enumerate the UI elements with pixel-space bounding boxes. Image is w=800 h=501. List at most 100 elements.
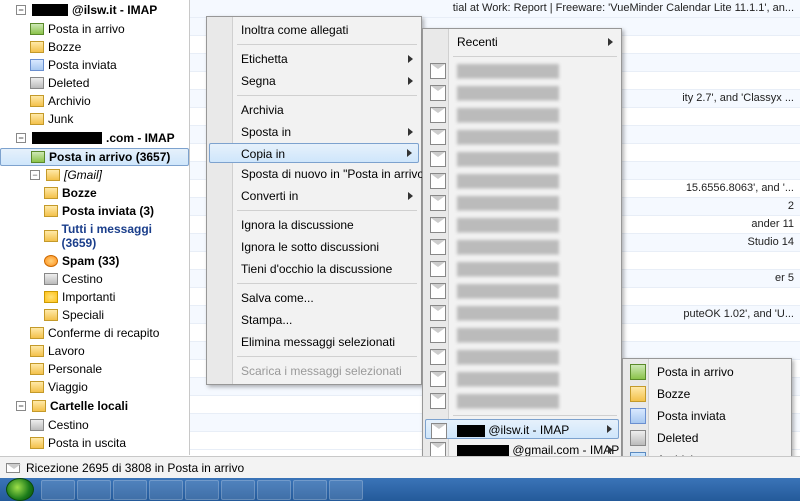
message-subject[interactable]: 2	[788, 200, 794, 212]
menu-item-recent-address[interactable]: ████████████	[425, 126, 619, 148]
menu-item[interactable]: Inoltra come allegati	[209, 19, 419, 41]
menu-item[interactable]: Sposta in	[209, 121, 419, 143]
sidebar-folder[interactable]: Posta inviata	[0, 56, 189, 74]
menu-item-recenti[interactable]: Recenti	[425, 31, 619, 53]
local-folders-header[interactable]: − Cartelle locali	[0, 396, 189, 416]
sidebar-folder[interactable]: Cestino	[0, 416, 189, 434]
envelope-icon	[430, 349, 446, 365]
folder-icon	[44, 187, 58, 199]
menu-item-recent-address[interactable]: ████████████	[425, 236, 619, 258]
menu-item-recent-address[interactable]: ████████████	[425, 148, 619, 170]
sidebar-folder[interactable]: Cestino	[0, 270, 189, 288]
menu-label: Scarica i messaggi selezionati	[241, 364, 402, 378]
menu-item[interactable]: Salva come...	[209, 287, 419, 309]
message-subject[interactable]: ander 11	[751, 218, 794, 230]
menu-item-folder[interactable]: Posta inviata	[625, 405, 789, 427]
taskbar-button[interactable]	[293, 480, 327, 500]
menu-item-recent-address[interactable]: ████████████	[425, 302, 619, 324]
collapse-icon[interactable]: −	[30, 170, 40, 180]
sidebar-folder[interactable]: Viaggio	[0, 378, 189, 396]
menu-item[interactable]: Stampa...	[209, 309, 419, 331]
menu-item[interactable]: Segna	[209, 70, 419, 92]
sidebar-folder[interactable]: Posta in uscita	[0, 434, 189, 452]
taskbar-button[interactable]	[329, 480, 363, 500]
menu-item-folder[interactable]: Posta in arrivo	[625, 361, 789, 383]
sidebar-folder[interactable]: Posta inviata (3)	[0, 202, 189, 220]
blurred-address: ████████████	[457, 108, 559, 122]
taskbar-button[interactable]	[77, 480, 111, 500]
sidebar-folder[interactable]: Posta in arrivo	[0, 20, 189, 38]
menu-item-recent-address[interactable]: ████████████	[425, 170, 619, 192]
message-subject[interactable]: ity 2.7', and 'Classyx ...	[682, 92, 794, 104]
menu-item[interactable]: Tieni d'occhio la discussione	[209, 258, 419, 280]
collapse-icon[interactable]: −	[16, 401, 26, 411]
menu-item-recent-address[interactable]: ████████████	[425, 280, 619, 302]
menu-item[interactable]: Sposta di nuovo in "Posta in arrivo"	[209, 163, 419, 185]
collapse-icon[interactable]: −	[16, 5, 26, 15]
message-subject[interactable]: Studio 14	[748, 236, 794, 248]
collapse-icon[interactable]: −	[16, 133, 26, 143]
menu-item-folder[interactable]: Deleted	[625, 427, 789, 449]
menu-item-recent-address[interactable]: ████████████	[425, 104, 619, 126]
sidebar-folder-gmail[interactable]: − [Gmail]	[0, 166, 189, 184]
menu-item[interactable]: Ignora le sotto discussioni	[209, 236, 419, 258]
menu-item[interactable]: Ignora la discussione	[209, 214, 419, 236]
blurred-address: ████████████	[457, 130, 559, 144]
menu-item-recent-address[interactable]: ████████████	[425, 60, 619, 82]
message-subject[interactable]: puteOK 1.02', and 'U...	[683, 308, 794, 320]
menu-item[interactable]: Converti in	[209, 185, 419, 207]
sidebar-folder[interactable]: Speciali	[0, 306, 189, 324]
folder-icon	[30, 345, 44, 357]
folder-tree[interactable]: − @ilsw.it - IMAP Posta in arrivoBozzePo…	[0, 0, 190, 455]
message-subject[interactable]: er 5	[775, 272, 794, 284]
message-subject[interactable]: tial at Work: Report | Freeware: 'VueMin…	[453, 2, 794, 14]
sidebar-folder[interactable]: Conferme di recapito	[0, 324, 189, 342]
blurred-address: ████████████	[457, 196, 559, 210]
menu-separator	[237, 283, 417, 284]
menu-item-recent-address[interactable]: ████████████	[425, 82, 619, 104]
menu-item-folder[interactable]: Bozze	[625, 383, 789, 405]
menu-item[interactable]: Archivia	[209, 99, 419, 121]
sidebar-folder[interactable]: Lavoro	[0, 342, 189, 360]
taskbar-button[interactable]	[185, 480, 219, 500]
taskbar-button[interactable]	[113, 480, 147, 500]
folder-icon	[30, 113, 44, 125]
inbox-icon	[31, 151, 45, 163]
menu-item-recent-address[interactable]: ████████████	[425, 390, 619, 412]
menu-item-recent-address[interactable]: ████████████	[425, 346, 619, 368]
taskbar-button[interactable]	[221, 480, 255, 500]
folder-label: Posta inviata (3)	[62, 204, 154, 218]
sidebar-folder[interactable]: Tutti i messaggi (3659)	[0, 220, 189, 252]
sidebar-folder[interactable]: Junk	[0, 110, 189, 128]
taskbar-button[interactable]	[257, 480, 291, 500]
context-menu[interactable]: Inoltra come allegati EtichettaSegna Archi…	[206, 16, 422, 385]
account-header[interactable]: − @ilsw.it - IMAP	[0, 0, 189, 20]
taskbar-button[interactable]	[41, 480, 75, 500]
message-subject[interactable]: 15.6556.8063', and '...	[686, 182, 794, 194]
sidebar-folder-inbox[interactable]: Posta in arrivo (3657)	[0, 148, 189, 166]
sidebar-folder[interactable]: Personale	[0, 360, 189, 378]
menu-item-recent-address[interactable]: ████████████	[425, 192, 619, 214]
menu-item-recent-address[interactable]: ████████████	[425, 258, 619, 280]
submenu-copia-in[interactable]: Recenti ████████████████████████████████…	[422, 28, 622, 476]
submenu-arrow-icon	[408, 128, 413, 136]
menu-item-account[interactable]: @ilsw.it - IMAP	[425, 419, 619, 439]
sidebar-folder[interactable]: Spam (33)	[0, 252, 189, 270]
taskbar-button[interactable]	[149, 480, 183, 500]
menu-item[interactable]: Elimina messaggi selezionati	[209, 331, 419, 353]
taskbar[interactable]	[0, 478, 800, 501]
menu-item[interactable]: Copia in	[209, 143, 419, 163]
menu-item-recent-address[interactable]: ████████████	[425, 368, 619, 390]
menu-item[interactable]: Etichetta	[209, 48, 419, 70]
menu-item[interactable]: Scarica i messaggi selezionati	[209, 360, 419, 382]
sidebar-folder[interactable]: Bozze	[0, 38, 189, 56]
menu-item-recent-address[interactable]: ████████████	[425, 324, 619, 346]
sidebar-folder[interactable]: Bozze	[0, 184, 189, 202]
account-header[interactable]: − .com - IMAP	[0, 128, 189, 148]
sidebar-folder[interactable]: Importanti	[0, 288, 189, 306]
menu-item-recent-address[interactable]: ████████████	[425, 214, 619, 236]
start-button[interactable]	[6, 478, 34, 501]
sidebar-folder[interactable]: Archivio	[0, 92, 189, 110]
sidebar-folder[interactable]: Deleted	[0, 74, 189, 92]
folder-label: Posta in arrivo (3657)	[49, 150, 170, 164]
